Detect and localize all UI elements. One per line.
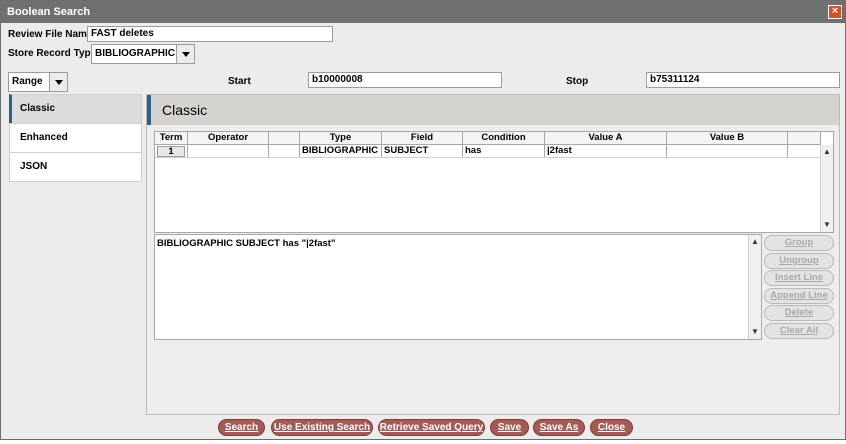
delete-button[interactable]: Delete [764, 305, 834, 321]
record-type-value: BIBLIOGRAPHIC b [95, 48, 184, 59]
chevron-down-icon[interactable] [49, 73, 67, 91]
condition-cell[interactable]: has [463, 145, 545, 157]
term-cell[interactable]: 1 [155, 145, 188, 157]
panel-title: Classic [162, 102, 208, 118]
chevron-up-icon[interactable]: ▲ [751, 238, 759, 246]
column-header: Value A [545, 132, 667, 144]
range-value: Range [12, 76, 43, 87]
window-title: Boolean Search [7, 6, 91, 18]
chevron-up-icon[interactable]: ▲ [823, 148, 831, 156]
retrieve-saved-query-button[interactable]: Retrieve Saved Query [378, 419, 485, 436]
query-text: BIBLIOGRAPHIC SUBJECT has "|2fast" [157, 238, 336, 249]
column-header: Condition [463, 132, 545, 144]
column-header [269, 132, 300, 144]
criteria-table: Term Operator Type Field Condition Value… [154, 131, 834, 233]
table-scrollbar[interactable]: ▲ ▼ [820, 145, 833, 232]
column-header: Field [382, 132, 463, 144]
review-file-label: Review File Name: [8, 29, 96, 40]
table-row[interactable]: 1 BIBLIOGRAPHIC SUBJECT has |2fast [155, 145, 821, 158]
search-button[interactable]: Search [218, 419, 265, 436]
review-file-input[interactable]: FAST deletes [87, 26, 333, 42]
group-button[interactable]: Group [764, 235, 834, 251]
nav-tab-classic[interactable]: Classic [9, 94, 142, 124]
field-cell[interactable]: SUBJECT [382, 145, 463, 157]
column-header: Value B [667, 132, 788, 144]
stop-input[interactable]: b75311124 [646, 72, 840, 88]
start-input[interactable]: b10000008 [308, 72, 502, 88]
background-strip [0, 440, 846, 444]
search-mode-nav: Classic Enhanced JSON [9, 94, 142, 183]
table-header: Term Operator Type Field Condition Value… [155, 132, 821, 145]
record-type-select[interactable]: BIBLIOGRAPHIC b [91, 44, 195, 64]
close-button[interactable]: Close [590, 419, 633, 436]
start-label: Start [228, 76, 251, 87]
range-select[interactable]: Range [8, 72, 68, 92]
insert-line-button[interactable]: Insert Line [764, 270, 834, 286]
value-b-cell[interactable] [667, 145, 788, 157]
operator-cell[interactable] [188, 145, 269, 157]
query-scrollbar[interactable]: ▲ ▼ [748, 235, 761, 339]
column-header [788, 132, 821, 144]
extra-cell[interactable] [788, 145, 821, 157]
append-line-button[interactable]: Append Line [764, 288, 834, 304]
title-bar: Boolean Search × [1, 1, 845, 23]
column-header: Term [155, 132, 188, 144]
query-textarea[interactable]: BIBLIOGRAPHIC SUBJECT has "|2fast" ▲ ▼ [154, 234, 762, 340]
type-cell[interactable]: BIBLIOGRAPHIC [300, 145, 382, 157]
stop-label: Stop [566, 76, 589, 87]
column-header: Type [300, 132, 382, 144]
save-button[interactable]: Save [490, 419, 529, 436]
chevron-down-icon[interactable] [176, 45, 194, 63]
save-as-button[interactable]: Save As [533, 419, 585, 436]
record-type-label: Store Record Type: [8, 48, 100, 59]
chevron-down-icon[interactable]: ▼ [751, 328, 759, 336]
value-a-cell[interactable]: |2fast [545, 145, 667, 157]
clear-all-button[interactable]: Clear All [764, 323, 834, 339]
nav-tab-json[interactable]: JSON [9, 152, 142, 182]
panel-header: Classic [147, 95, 839, 125]
chevron-down-icon[interactable]: ▼ [823, 221, 831, 229]
ungroup-button[interactable]: Ungroup [764, 253, 834, 269]
use-existing-search-button[interactable]: Use Existing Search [271, 419, 373, 436]
close-icon[interactable]: × [828, 5, 842, 19]
column-header: Operator [188, 132, 269, 144]
blank-cell[interactable] [269, 145, 300, 157]
nav-tab-enhanced[interactable]: Enhanced [9, 123, 142, 153]
boolean-search-dialog: Boolean Search × Review File Name: FAST … [0, 0, 846, 440]
term-number-button[interactable]: 1 [157, 146, 185, 157]
